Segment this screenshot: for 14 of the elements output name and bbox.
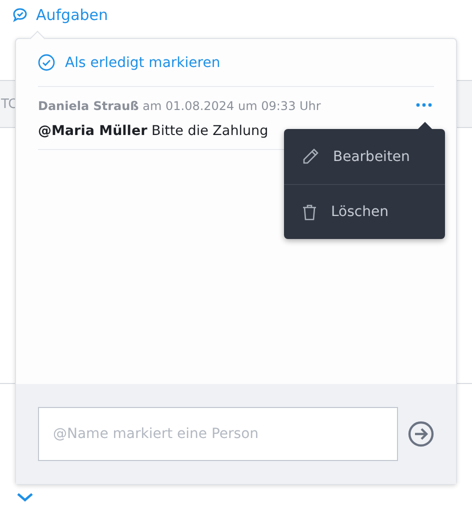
chat-bubble-icon xyxy=(12,7,28,23)
arrow-circle-icon xyxy=(408,421,434,447)
menu-item[interactable]: Löschen xyxy=(284,184,445,239)
send-button[interactable] xyxy=(408,421,434,447)
more-button[interactable] xyxy=(414,101,434,109)
chevron-down-icon xyxy=(16,492,34,502)
check-circle-icon xyxy=(38,54,55,71)
pencil-icon xyxy=(302,148,319,165)
menu-item[interactable]: Bearbeiten xyxy=(284,129,445,184)
expand-button[interactable] xyxy=(16,492,34,502)
comment-meta: Daniela Strauß am 01.08.2024 um 09:33 Uhr xyxy=(38,99,322,113)
trash-icon xyxy=(302,204,317,220)
comment-input[interactable]: @Name markiert eine Person xyxy=(38,407,398,461)
comment-text: @Maria Müller Bitte die Zahlung xyxy=(38,123,268,139)
